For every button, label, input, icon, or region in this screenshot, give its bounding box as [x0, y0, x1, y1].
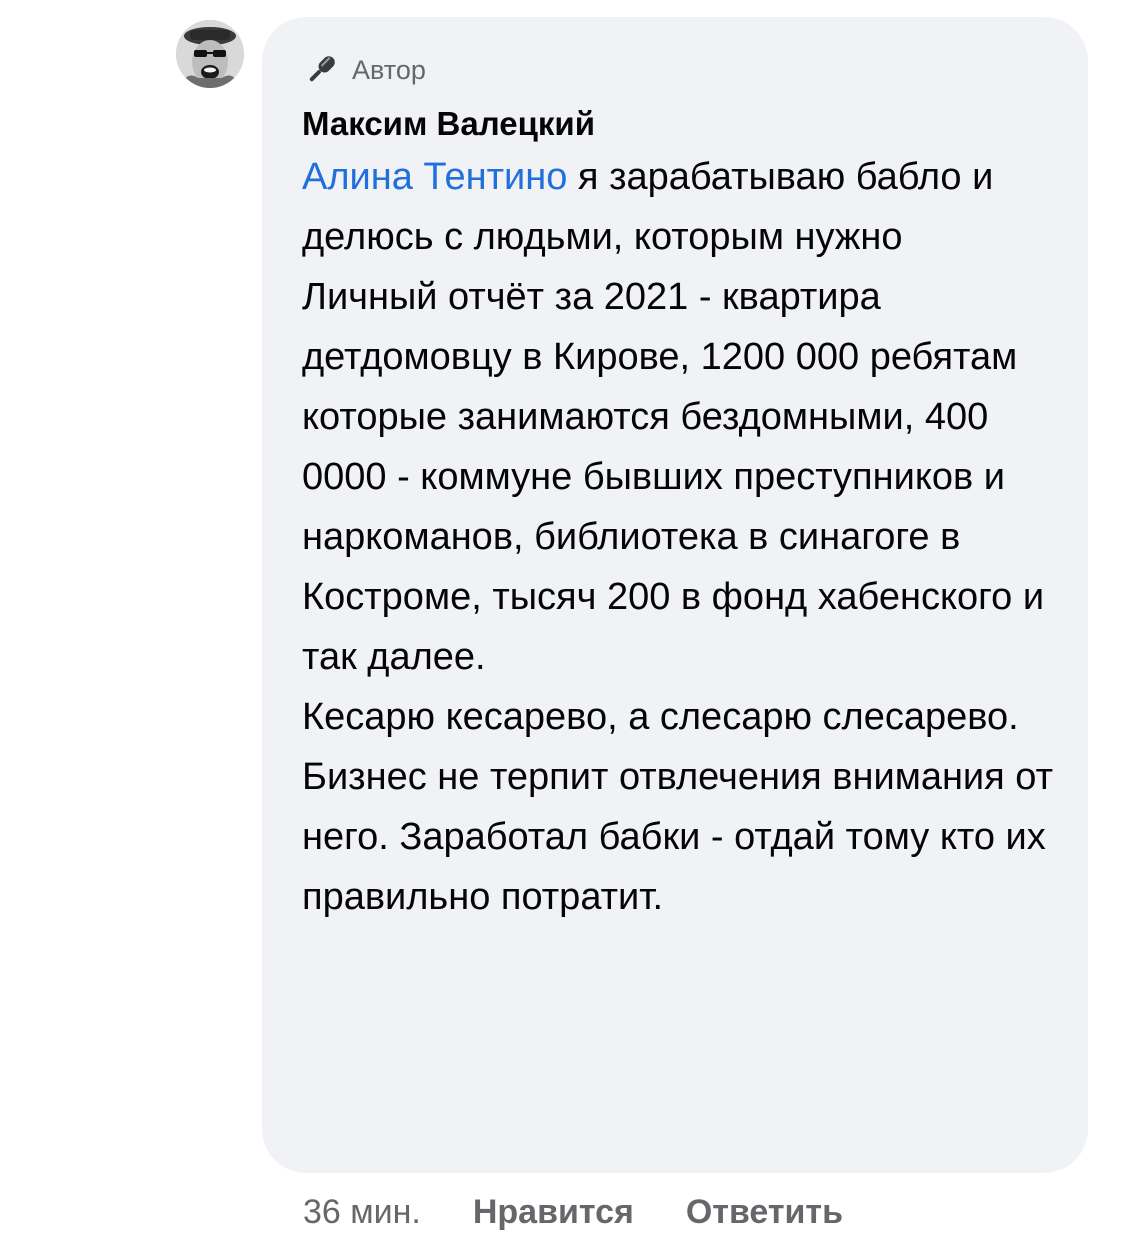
microphone-icon: [309, 56, 335, 82]
comment-text: Алина Тентино я зарабатываю бабло и делю…: [302, 147, 1068, 927]
reply-button[interactable]: Ответить: [686, 1185, 843, 1239]
author-badge: Автор: [302, 47, 1068, 93]
comment-body: я зарабатываю бабло и делюсь с людьми, к…: [302, 156, 1054, 918]
comment-timestamp[interactable]: 36 мин.: [303, 1185, 421, 1239]
comment-bubble: Автор Максим Валецкий Алина Тентино я за…: [262, 17, 1088, 1173]
mention-link[interactable]: Алина Тентино: [302, 156, 567, 198]
author-badge-label: Автор: [352, 54, 426, 85]
comment-actions: 36 мин. Нравится Ответить: [303, 1185, 843, 1239]
avatar-image: [176, 20, 244, 88]
author-avatar[interactable]: [176, 20, 244, 88]
author-name[interactable]: Максим Валецкий: [302, 103, 1068, 145]
like-button[interactable]: Нравится: [473, 1185, 634, 1239]
